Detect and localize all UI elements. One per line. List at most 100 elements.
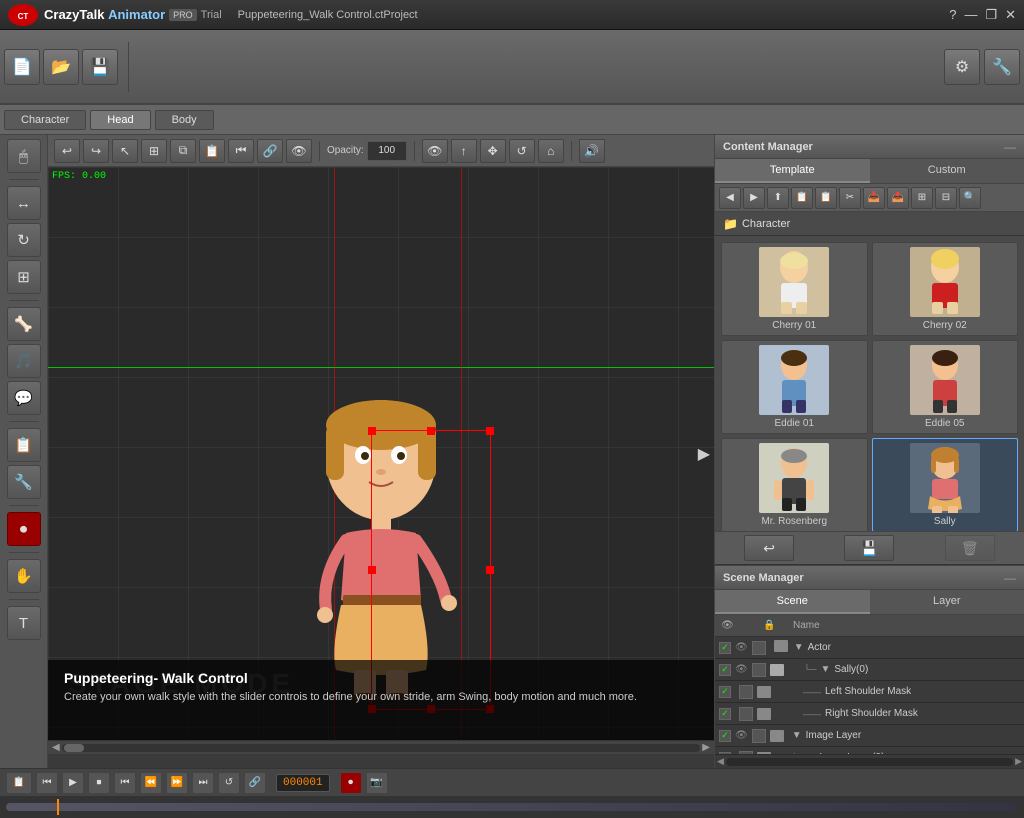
sub-tab-body[interactable]: Body xyxy=(155,110,214,130)
scene-tab[interactable]: Scene xyxy=(715,590,870,614)
layer-row-sally[interactable]: 👁 └─ ▼ Sally(0) xyxy=(715,659,1024,681)
new-button[interactable]: 📄 xyxy=(4,49,40,85)
content-manager-close[interactable]: — xyxy=(1004,140,1016,154)
tc-rec[interactable]: ⏺ xyxy=(340,772,362,794)
char-item-eddie05[interactable]: Eddie 05 xyxy=(872,340,1019,434)
redo-button[interactable]: ↪ xyxy=(83,139,109,163)
timeline-track[interactable] xyxy=(0,796,1024,818)
folder-expand-sally[interactable]: └─ xyxy=(788,664,817,675)
transform-button[interactable]: ⊞ xyxy=(141,139,167,163)
ct-btn-1[interactable]: ◀ xyxy=(719,187,741,209)
il-checkbox[interactable] xyxy=(719,730,731,742)
char-item-eddie01[interactable]: Eddie 01 xyxy=(721,340,868,434)
move-tool[interactable]: ↔ xyxy=(7,186,41,220)
tc-rewind[interactable]: ⏪ xyxy=(140,772,162,794)
timeline-bar[interactable] xyxy=(6,803,1018,811)
tc-cam[interactable]: 📷 xyxy=(366,772,388,794)
scale-tool[interactable]: ⊞ xyxy=(7,260,41,294)
tc-prev-frame[interactable]: ⏮ xyxy=(114,772,136,794)
audio-button[interactable]: 🔊 xyxy=(579,139,605,163)
delete-char-button[interactable]: 🗑 xyxy=(945,535,995,561)
sub-tab-head[interactable]: Head xyxy=(90,110,150,130)
rsm-checkbox[interactable] xyxy=(719,708,731,720)
loop-button[interactable]: ↺ xyxy=(509,139,535,163)
music-tool[interactable]: 🎵 xyxy=(7,344,41,378)
up-button[interactable]: ↑ xyxy=(451,139,477,163)
panel-arrow[interactable]: ▶ xyxy=(698,444,710,464)
custom-tab[interactable]: Custom xyxy=(870,159,1024,183)
script-tool[interactable]: 📋 xyxy=(7,428,41,462)
il-eye[interactable]: 👁 xyxy=(735,730,748,741)
settings-button[interactable]: ⚙ xyxy=(944,49,980,85)
eye-button[interactable]: 👁 xyxy=(286,139,312,163)
scroll-track[interactable] xyxy=(62,744,701,752)
sally-lock[interactable] xyxy=(752,663,766,677)
tc-stop-btn[interactable]: ⏹ xyxy=(88,772,110,794)
actor-eye[interactable]: 👁 xyxy=(735,642,748,653)
bubble-tool[interactable]: 💬 xyxy=(7,381,41,415)
layer-row-imagelayer0[interactable]: └—— ImageLayer(0) xyxy=(715,747,1024,754)
minimize-button[interactable]: — xyxy=(964,7,977,23)
folder-expand-sally-icon[interactable]: ▼ xyxy=(820,664,830,675)
bone-tool[interactable]: 🦴 xyxy=(7,307,41,341)
layer-tab[interactable]: Layer xyxy=(870,590,1024,614)
save-button[interactable]: 💾 xyxy=(82,49,118,85)
tc-fast-fwd[interactable]: ⏩ xyxy=(166,772,188,794)
sally-checkbox[interactable] xyxy=(719,664,731,676)
reset-button[interactable]: ⏮ xyxy=(228,139,254,163)
ct-btn-5[interactable]: 📋 xyxy=(815,187,837,209)
lsm-lock[interactable] xyxy=(739,685,753,699)
scroll-left-btn[interactable]: ◀ xyxy=(50,742,62,753)
tc-end[interactable]: ⏭ xyxy=(192,772,214,794)
tc-play-to-start[interactable]: ⏮ xyxy=(36,772,58,794)
canvas-area[interactable]: FPS: 0.00 xyxy=(48,167,714,740)
ct-btn-10[interactable]: ⊟ xyxy=(935,187,957,209)
scene-manager-close[interactable]: — xyxy=(1004,571,1016,585)
open-button[interactable]: 📂 xyxy=(43,49,79,85)
lsm-checkbox[interactable] xyxy=(719,686,731,698)
il-lock[interactable] xyxy=(752,729,766,743)
preview-button[interactable]: 👁 xyxy=(422,139,448,163)
rotate-tool[interactable]: ↻ xyxy=(7,223,41,257)
record-button[interactable]: ⏺ xyxy=(7,512,41,546)
link-button[interactable]: 🔗 xyxy=(257,139,283,163)
layer-row-imagelayer[interactable]: 👁 ▼ Image Layer xyxy=(715,725,1024,747)
actor-lock[interactable] xyxy=(752,641,766,655)
ct-btn-11[interactable]: 🔍 xyxy=(959,187,981,209)
prop-tool[interactable]: 🔧 xyxy=(7,465,41,499)
ct-btn-2[interactable]: ▶ xyxy=(743,187,765,209)
help-button[interactable]: ? xyxy=(949,7,956,23)
scene-scroll-left[interactable]: ◀ xyxy=(717,756,724,767)
tc-frame-btn[interactable]: 📋 xyxy=(6,772,32,794)
maximize-button[interactable]: ❐ xyxy=(985,7,997,23)
tc-play-btn[interactable]: ▶ xyxy=(62,772,84,794)
ct-btn-3[interactable]: ⬆ xyxy=(767,187,789,209)
ct-btn-8[interactable]: 📤 xyxy=(887,187,909,209)
sally-eye[interactable]: 👁 xyxy=(735,664,748,675)
select-button[interactable]: ↖ xyxy=(112,139,138,163)
pan-button[interactable]: ✥ xyxy=(480,139,506,163)
puppet-tool[interactable]: ✋ xyxy=(7,559,41,593)
scene-scroll-right[interactable]: ▶ xyxy=(1015,756,1022,767)
home-button[interactable]: ⌂ xyxy=(538,139,564,163)
select-tool[interactable]: 🖱 xyxy=(7,139,41,173)
tc-loop[interactable]: ↺ xyxy=(218,772,240,794)
apply-button[interactable]: ↩ xyxy=(744,535,794,561)
char-item-sally[interactable]: Sally xyxy=(872,438,1019,531)
tc-extra1[interactable]: 🔗 xyxy=(244,772,266,794)
ct-btn-4[interactable]: 📋 xyxy=(791,187,813,209)
folder-expand-il[interactable]: ▼ xyxy=(788,730,802,741)
ct-btn-7[interactable]: 📥 xyxy=(863,187,885,209)
layer-row-lsm[interactable]: —— Left Shoulder Mask xyxy=(715,681,1024,703)
copy-button[interactable]: ⧉ xyxy=(170,139,196,163)
folder-expand-actor[interactable]: ▼ xyxy=(794,642,804,653)
actor-checkbox[interactable] xyxy=(719,642,731,654)
char-item-cherry01[interactable]: Cherry 01 xyxy=(721,242,868,336)
timeline-cursor[interactable] xyxy=(57,799,59,815)
rsm-lock[interactable] xyxy=(739,707,753,721)
preferences-button[interactable]: 🔧 xyxy=(984,49,1020,85)
layer-row-rsm[interactable]: —— Right Shoulder Mask xyxy=(715,703,1024,725)
ct-btn-9[interactable]: ⊞ xyxy=(911,187,933,209)
char-item-rosenberg[interactable]: Mr. Rosenberg xyxy=(721,438,868,531)
sub-tab-character[interactable]: Character xyxy=(4,110,86,130)
